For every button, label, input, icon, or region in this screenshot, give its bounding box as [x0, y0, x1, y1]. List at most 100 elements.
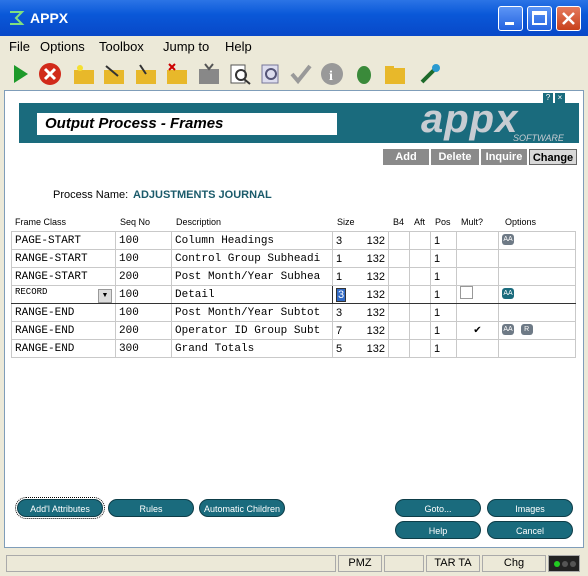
frame-class-select[interactable]: RECORD ▼ [11, 285, 116, 304]
aft-cell[interactable] [409, 321, 431, 340]
aft-cell[interactable] [409, 339, 431, 358]
pos-input[interactable]: 1 [430, 285, 457, 304]
pos-cell[interactable]: 1 [430, 339, 457, 358]
folder-icon[interactable] [383, 62, 407, 86]
menu-options[interactable]: Options [40, 39, 85, 54]
aft-cell[interactable] [409, 249, 431, 268]
table-row[interactable]: RANGE-END 200 Operator ID Group Subt 7 13… [11, 321, 576, 340]
rules-icon[interactable]: R [520, 324, 533, 336]
seq-cell[interactable]: 300 [115, 339, 172, 358]
search-doc-icon[interactable] [259, 62, 283, 86]
stop-icon[interactable] [38, 62, 62, 86]
mult-checkbox[interactable] [460, 286, 473, 299]
aft-input[interactable] [409, 285, 431, 304]
seq-cell[interactable]: 100 [115, 231, 172, 250]
pos-cell[interactable]: 1 [430, 267, 457, 286]
mult-cell[interactable] [456, 339, 499, 358]
table-row[interactable]: RANGE-START 200 Post Month/Year Subhea 1… [11, 267, 576, 286]
size-cell[interactable]: 5 132 [332, 339, 389, 358]
size-input[interactable]: 3 [336, 287, 347, 302]
b4-cell[interactable] [388, 339, 410, 358]
frame-class-cell[interactable]: RANGE-END [11, 321, 116, 340]
frame-class-cell[interactable]: PAGE-START [11, 231, 116, 250]
b4-input[interactable] [388, 285, 410, 304]
size-cell[interactable]: 3 132 [332, 285, 389, 304]
chevron-down-icon[interactable]: ▼ [98, 288, 112, 303]
minimize-button[interactable] [498, 6, 523, 31]
goto-button[interactable]: Goto... [395, 499, 481, 517]
images-button[interactable]: Images [487, 499, 573, 517]
help-icon[interactable]: ? [543, 93, 553, 103]
seq-cell[interactable]: 200 [115, 267, 172, 286]
size-cell[interactable]: 3 132 [332, 303, 389, 322]
options-cell[interactable]: AA [498, 231, 576, 250]
close-button[interactable] [556, 6, 581, 31]
frame-class-cell[interactable]: RANGE-START [11, 267, 116, 286]
attributes-icon[interactable]: AA [502, 324, 514, 336]
settings-icon[interactable] [418, 62, 442, 86]
mult-cell[interactable] [456, 267, 499, 286]
aft-cell[interactable] [409, 303, 431, 322]
table-row[interactable]: RANGE-START 100 Control Group Subheadi 1… [11, 249, 576, 268]
mult-check-icon[interactable]: ✔ [456, 321, 499, 340]
desc-cell[interactable]: Operator ID Group Subt [171, 321, 333, 340]
desc-cell[interactable]: Control Group Subheadi [171, 249, 333, 268]
size-cell[interactable]: 1 132 [332, 249, 389, 268]
options-cell[interactable]: AA [498, 285, 576, 304]
automatic-children-button[interactable]: Automatic Children [199, 499, 285, 517]
table-row[interactable]: PAGE-START 100 Column Headings 3 132 1 AA [11, 231, 576, 250]
aft-cell[interactable] [409, 267, 431, 286]
run-icon[interactable] [8, 62, 32, 86]
size-cell[interactable]: 3 132 [332, 231, 389, 250]
menu-help[interactable]: Help [225, 39, 252, 54]
options-cell[interactable]: AA R [498, 321, 576, 340]
seq-cell[interactable]: 100 [115, 249, 172, 268]
options-cell[interactable] [498, 267, 576, 286]
folder-edit-icon[interactable] [134, 62, 158, 86]
seq-cell[interactable]: 200 [115, 321, 172, 340]
aft-cell[interactable] [409, 231, 431, 250]
frame-class-cell[interactable]: RANGE-START [11, 249, 116, 268]
attributes-icon[interactable]: AA [502, 234, 514, 246]
seq-cell[interactable]: 100 [115, 285, 172, 304]
table-row[interactable]: RANGE-END 100 Post Month/Year Subtot 3 13… [11, 303, 576, 322]
options-cell[interactable] [498, 303, 576, 322]
mode-add[interactable]: Add [383, 149, 429, 165]
frame-class-cell[interactable]: RANGE-END [11, 303, 116, 322]
bug-icon[interactable] [352, 62, 376, 86]
addl-attributes-button[interactable]: Add'l Attributes [15, 497, 105, 519]
b4-cell[interactable] [388, 231, 410, 250]
rules-button[interactable]: Rules [108, 499, 194, 517]
help-button[interactable]: Help [395, 521, 481, 539]
b4-cell[interactable] [388, 303, 410, 322]
menu-toolbox[interactable]: Toolbox [99, 39, 144, 54]
desc-cell[interactable]: Post Month/Year Subhea [171, 267, 333, 286]
info-icon[interactable]: i [320, 62, 344, 86]
folder-delete-icon[interactable] [165, 62, 189, 86]
folder-star-icon[interactable] [72, 62, 96, 86]
edit-icon[interactable] [102, 62, 126, 86]
table-row[interactable]: RANGE-END 300 Grand Totals 5 132 1 [11, 339, 576, 358]
close-icon[interactable]: × [555, 93, 565, 103]
inspect-icon[interactable] [228, 62, 252, 86]
check-icon[interactable] [289, 62, 313, 86]
mode-change[interactable]: Change [529, 149, 577, 165]
options-cell[interactable] [498, 339, 576, 358]
desc-cell[interactable]: Post Month/Year Subtot [171, 303, 333, 322]
size-cell[interactable]: 1 132 [332, 267, 389, 286]
attributes-icon[interactable]: AA [502, 288, 514, 300]
mult-cell[interactable] [456, 231, 499, 250]
menu-file[interactable]: File [9, 39, 30, 54]
maximize-button[interactable] [527, 6, 552, 31]
mult-cell[interactable] [456, 303, 499, 322]
desc-cell[interactable]: Grand Totals [171, 339, 333, 358]
menu-jump-to[interactable]: Jump to [163, 39, 209, 54]
cancel-button[interactable]: Cancel [487, 521, 573, 539]
pos-cell[interactable]: 1 [430, 321, 457, 340]
mode-delete[interactable]: Delete [431, 149, 479, 165]
b4-cell[interactable] [388, 267, 410, 286]
frame-class-cell[interactable]: RANGE-END [11, 339, 116, 358]
mult-checkbox-cell[interactable] [456, 285, 499, 304]
mode-inquire[interactable]: Inquire [481, 149, 527, 165]
size-cell[interactable]: 7 132 [332, 321, 389, 340]
